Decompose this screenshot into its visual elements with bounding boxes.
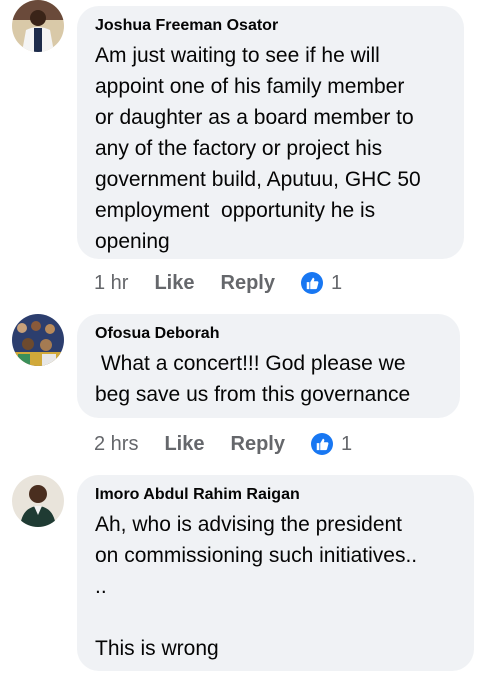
avatar[interactable] <box>12 475 64 527</box>
reply-button[interactable]: Reply <box>231 433 285 456</box>
avatar[interactable] <box>12 0 64 52</box>
comment-text: What a concert!!! God please we beg save… <box>95 352 411 406</box>
comment-text: Ah, who is advising the president on com… <box>95 513 418 660</box>
reply-button[interactable]: Reply <box>221 272 275 295</box>
comment-author[interactable]: Joshua Freeman Osator <box>95 16 446 36</box>
reaction-count: 1 <box>340 432 353 455</box>
reaction-summary[interactable]: 1 <box>300 271 343 295</box>
comment-timestamp[interactable]: 2 hrs <box>94 433 138 456</box>
like-thumb-icon <box>310 433 333 455</box>
comment-bubble: Imoro Abdul Rahim Raigan Ah, who is advi… <box>77 475 474 671</box>
like-thumb-icon <box>300 272 323 294</box>
comment-bubble: Joshua Freeman Osator Am just waiting to… <box>77 6 464 259</box>
reaction-count: 1 <box>330 271 343 294</box>
comment-actions: 2 hrs Like Reply 1 <box>94 429 352 459</box>
avatar[interactable] <box>12 314 64 366</box>
reaction-summary[interactable]: 1 <box>310 432 353 456</box>
comment-author[interactable]: Imoro Abdul Rahim Raigan <box>95 485 456 505</box>
comment-timestamp[interactable]: 1 hr <box>94 272 128 295</box>
comment-bubble: Ofosua Deborah What a concert!!! God ple… <box>77 314 460 418</box>
like-button[interactable]: Like <box>164 433 204 456</box>
comment-actions: 1 hr Like Reply 1 <box>94 268 342 298</box>
comment-author[interactable]: Ofosua Deborah <box>95 324 442 344</box>
like-button[interactable]: Like <box>154 272 194 295</box>
comment-text: Am just waiting to see if he will appoin… <box>95 44 421 253</box>
